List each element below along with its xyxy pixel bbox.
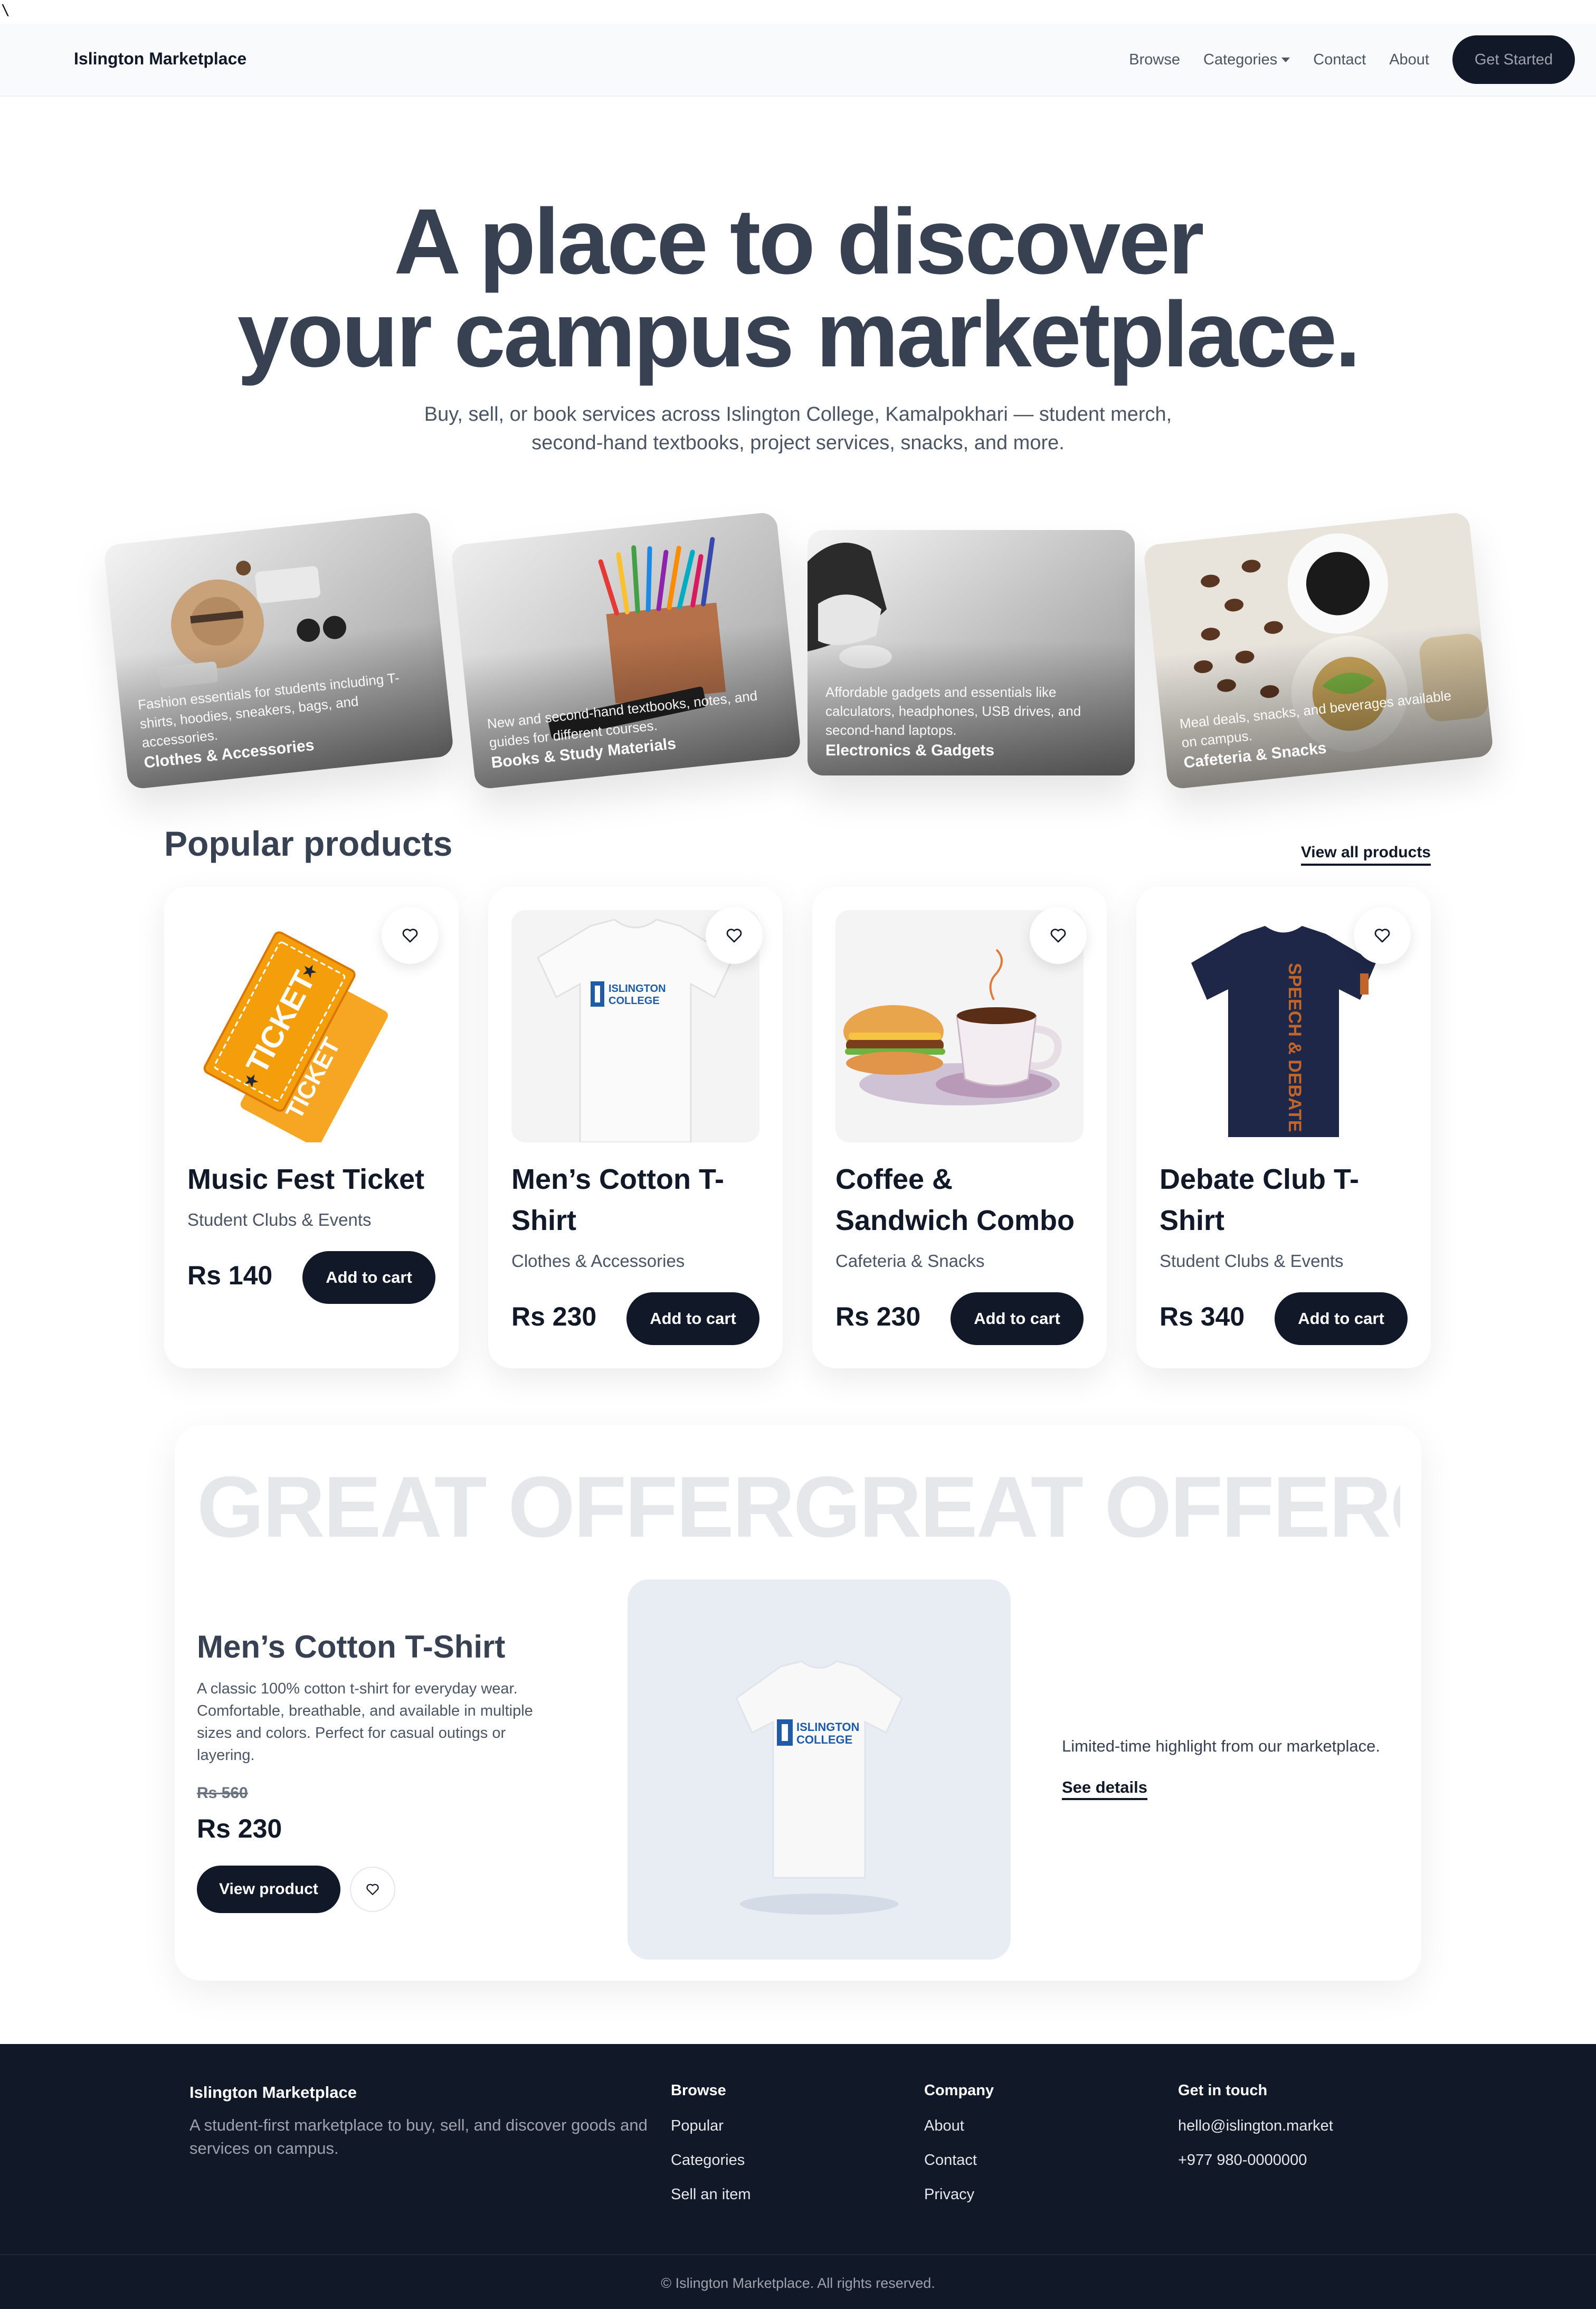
add-to-cart-button[interactable]: Add to cart [626, 1292, 759, 1345]
footer-column-browse: Browse Popular Categories Sell an item [671, 2082, 751, 2220]
nav-about-link[interactable]: About [1389, 51, 1429, 69]
product-card[interactable]: ISLINGTON COLLEGE Men’s Cotton T-Shirt C… [488, 887, 783, 1368]
product-card[interactable]: Coffee & Sandwich Combo Cafeteria & Snac… [812, 887, 1107, 1368]
offer-old-price: Rs 560 [197, 1784, 248, 1802]
debate-print-text: SPEECH & DEBATE [1285, 963, 1305, 1132]
hero-subtitle: Buy, sell, or book services across Islin… [0, 400, 1596, 457]
footer-link-categories[interactable]: Categories [671, 2152, 751, 2169]
stray-backslash: \ [1, 1, 10, 18]
view-product-button[interactable]: View product [197, 1866, 340, 1913]
chevron-down-icon [1281, 57, 1290, 62]
footer-email-link[interactable]: hello@islington.market [1178, 2117, 1333, 2135]
add-to-cart-button[interactable]: Add to cart [1275, 1292, 1408, 1345]
product-category: Student Clubs & Events [187, 1210, 372, 1229]
footer-divider [0, 2254, 1596, 2255]
footer-link-sell[interactable]: Sell an item [671, 2186, 751, 2203]
category-card-clothes[interactable]: Fashion essentials for students includin… [103, 511, 454, 790]
wishlist-button[interactable] [706, 907, 763, 964]
shirt-logo-line1: ISLINGTON [796, 1720, 859, 1734]
footer-phone-link[interactable]: +977 980-0000000 [1178, 2152, 1333, 2169]
nav-categories-dropdown[interactable]: Categories [1203, 51, 1290, 69]
offer-wishlist-button[interactable] [350, 1867, 395, 1912]
nav-links: Browse Categories Contact About Get Star… [1129, 35, 1575, 84]
product-price: Rs 230 [511, 1302, 597, 1331]
product-name: Music Fest Ticket [187, 1163, 425, 1195]
category-desc: Affordable gadgets and essentials like c… [825, 684, 1081, 738]
shirt-logo-line1: ISLINGTON [609, 983, 666, 995]
offer-note: Limited-time highlight from our marketpl… [1062, 1737, 1381, 1755]
footer-heading: Browse [671, 2082, 726, 2099]
heart-icon [1050, 929, 1066, 943]
category-card-cafeteria[interactable]: Meal deals, snacks, and beverages availa… [1143, 511, 1494, 790]
product-price: Rs 340 [1160, 1302, 1245, 1331]
get-started-button[interactable]: Get Started [1452, 35, 1575, 84]
hero-title: A place to discover your campus marketpl… [0, 195, 1596, 381]
footer-tagline: A student-first marketplace to buy, sell… [189, 2116, 648, 2157]
hero-title-line1: A place to discover [394, 190, 1204, 294]
offer-new-price: Rs 230 [197, 1814, 282, 1843]
hero-subtitle-line1: Buy, sell, or book services across Islin… [424, 403, 1172, 425]
product-card[interactable]: SPEECH & DEBATE Debate Club T-Shirt Stud… [1136, 887, 1431, 1368]
nav-contact-link[interactable]: Contact [1313, 51, 1366, 69]
shirt-logo-line2: COLLEGE [609, 995, 660, 1007]
wishlist-button[interactable] [382, 907, 439, 964]
category-name: Electronics & Gadgets [825, 742, 995, 759]
add-to-cart-button[interactable]: Add to cart [951, 1292, 1084, 1345]
add-to-cart-button[interactable]: Add to cart [302, 1251, 435, 1304]
hero-subtitle-line2: second-hand textbooks, project services,… [531, 432, 1065, 454]
wishlist-button[interactable] [1030, 907, 1087, 964]
footer-heading: Get in touch [1178, 2082, 1268, 2099]
product-name: Men’s Cotton T-Shirt [511, 1163, 724, 1236]
top-navbar: Islington Marketplace Browse Categories … [0, 24, 1596, 97]
nav-categories-label: Categories [1203, 51, 1278, 68]
product-category: Cafeteria & Snacks [835, 1251, 985, 1271]
footer-link-about[interactable]: About [924, 2117, 994, 2135]
footer: Islington Marketplace A student-first ma… [0, 2044, 1596, 2309]
heart-icon [1374, 929, 1390, 943]
offer-product-name: Men’s Cotton T-Shirt [197, 1629, 506, 1664]
footer-link-popular[interactable]: Popular [671, 2117, 751, 2135]
nav-browse-link[interactable]: Browse [1129, 51, 1180, 69]
product-price: Rs 140 [187, 1261, 273, 1290]
heart-icon [402, 929, 418, 943]
category-card-electronics[interactable]: Affordable gadgets and essentials like c… [808, 530, 1135, 775]
brand-logo-text[interactable]: Islington Marketplace [74, 49, 246, 69]
heart-icon [366, 1884, 379, 1895]
offer-marquee: GREAT OFFERGREAT OFFERGREAT OFFER [197, 1462, 1400, 1552]
footer-column-contact: Get in touch hello@islington.market +977… [1178, 2082, 1333, 2186]
product-card[interactable]: TICKET ★ ★ TICKET Music Fest Ticket Stud… [164, 887, 459, 1368]
white-tshirt-image: ISLINGTON COLLEGE [735, 1660, 903, 1915]
see-details-link[interactable]: See details [1062, 1778, 1147, 1800]
footer-link-contact[interactable]: Contact [924, 2152, 994, 2169]
hero-title-line2: your campus marketplace. [237, 283, 1361, 386]
great-offer-section: GREAT OFFERGREAT OFFERGREAT OFFER Men’s … [175, 1425, 1421, 1981]
offer-product-image: ISLINGTON COLLEGE [628, 1579, 1011, 1960]
heart-icon [726, 929, 742, 943]
footer-brand: Islington Marketplace [189, 2083, 357, 2102]
footer-column-company: Company About Contact Privacy [924, 2082, 994, 2220]
product-category: Student Clubs & Events [1160, 1251, 1344, 1271]
view-all-products-link[interactable]: View all products [1300, 844, 1431, 866]
footer-link-privacy[interactable]: Privacy [924, 2186, 994, 2203]
footer-heading: Company [924, 2082, 994, 2099]
category-card-books[interactable]: New and second-hand textbooks, notes, an… [450, 511, 802, 790]
footer-copyright: © Islington Marketplace. All rights rese… [661, 2275, 935, 2291]
offer-product-description: A classic 100% cotton t-shirt for everyd… [197, 1680, 533, 1764]
product-price: Rs 230 [835, 1302, 921, 1331]
product-name: Coffee & Sandwich Combo [835, 1163, 1075, 1236]
product-name: Debate Club T-Shirt [1160, 1163, 1360, 1236]
popular-products-heading: Popular products [164, 824, 453, 863]
product-category: Clothes & Accessories [511, 1251, 685, 1271]
wishlist-button[interactable] [1354, 907, 1411, 964]
shirt-logo-line2: COLLEGE [796, 1733, 852, 1746]
